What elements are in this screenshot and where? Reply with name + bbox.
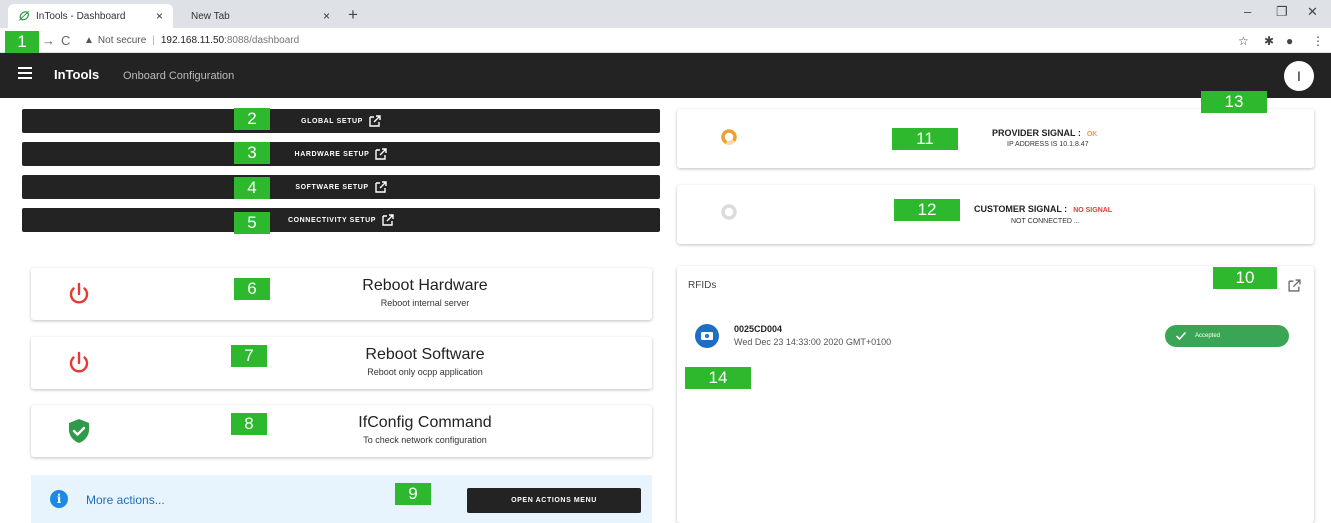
forward-icon[interactable]: → bbox=[42, 33, 55, 48]
provider-signal-icon bbox=[721, 129, 737, 145]
marker-10: 10 bbox=[1213, 267, 1277, 289]
minimize-icon[interactable]: – bbox=[1244, 4, 1251, 19]
app-subtitle: Onboard Configuration bbox=[123, 70, 235, 82]
customer-signal-label: CUSTOMER SIGNAL : NO SIGNAL bbox=[974, 204, 1112, 214]
hamburger-menu-icon[interactable] bbox=[18, 67, 32, 79]
customer-signal-card: CUSTOMER SIGNAL : NO SIGNAL NOT CONNECTED… bbox=[677, 185, 1314, 244]
software-setup-label: SOFTWARE SETUP bbox=[295, 183, 369, 191]
reload-icon[interactable]: C bbox=[61, 33, 70, 48]
provider-signal-label: PROVIDER SIGNAL : OK bbox=[992, 128, 1097, 138]
tab-title: New Tab bbox=[191, 10, 230, 22]
check-icon bbox=[1176, 332, 1186, 340]
marker-2: 2 bbox=[234, 108, 270, 130]
action-title: Reboot Hardware bbox=[362, 277, 488, 294]
address-bar: → C ▲ Not secure | 192.168.11.50:8088/da… bbox=[0, 28, 1331, 53]
rfid-status-badge: Accepted bbox=[1165, 325, 1289, 347]
marker-14: 14 bbox=[685, 367, 751, 389]
action-subtitle: To check network configuration bbox=[363, 435, 487, 445]
app-brand: InTools bbox=[54, 67, 100, 82]
power-icon bbox=[69, 351, 89, 373]
external-link-icon bbox=[375, 148, 388, 160]
marker-5: 5 bbox=[234, 212, 270, 234]
marker-13: 13 bbox=[1201, 91, 1267, 113]
reboot-software-card[interactable]: Reboot Software Reboot only ocpp applica… bbox=[31, 337, 652, 389]
security-label: Not secure bbox=[97, 35, 147, 46]
url-separator: | bbox=[152, 35, 155, 46]
global-setup-button[interactable]: GLOBAL SETUP bbox=[22, 109, 660, 133]
more-actions-bar: i More actions... OPEN ACTIONS MENU bbox=[31, 475, 652, 523]
browser-tab-bar: ∅ InTools - Dashboard × New Tab × + – ❐ … bbox=[0, 0, 1331, 28]
new-tab-icon[interactable]: + bbox=[348, 5, 358, 25]
marker-3: 3 bbox=[234, 142, 270, 164]
provider-signal-label-text: PROVIDER SIGNAL : bbox=[992, 128, 1081, 138]
marker-7: 7 bbox=[231, 345, 267, 367]
ifconfig-command-card[interactable]: IfConfig Command To check network config… bbox=[31, 405, 652, 457]
marker-8: 8 bbox=[231, 413, 267, 435]
url-field[interactable]: ▲ Not secure | 192.168.11.50:8088/dashbo… bbox=[84, 31, 1224, 50]
app-header: InTools Onboard Configuration I bbox=[0, 53, 1331, 98]
rfid-card-icon bbox=[695, 324, 719, 348]
intools-favicon-icon: ∅ bbox=[18, 9, 29, 23]
global-setup-label: GLOBAL SETUP bbox=[301, 117, 363, 125]
provider-signal-card: PROVIDER SIGNAL : OK IP ADDRESS IS 10.1.8… bbox=[677, 109, 1314, 168]
software-setup-button[interactable]: SOFTWARE SETUP bbox=[22, 175, 660, 199]
external-link-icon bbox=[369, 115, 381, 127]
action-subtitle: Reboot internal server bbox=[380, 298, 470, 308]
marker-9: 9 bbox=[395, 483, 431, 505]
hardware-setup-label: HARDWARE SETUP bbox=[294, 150, 370, 158]
url-host: 192.168.11.50 bbox=[160, 35, 225, 46]
tab-close-icon[interactable]: × bbox=[156, 9, 163, 23]
rfid-status-text: Accepted bbox=[1195, 333, 1221, 339]
rfid-id: 0025CD004 bbox=[734, 324, 783, 334]
action-subtitle: Reboot only ocpp application bbox=[367, 367, 483, 377]
connectivity-setup-label: CONNECTIVITY SETUP bbox=[287, 216, 377, 224]
browser-tab-new[interactable]: New Tab × bbox=[175, 4, 340, 28]
restore-icon[interactable]: ❐ bbox=[1276, 4, 1288, 20]
rfid-date: Wed Dec 23 14:33:00 2020 GMT+0100 bbox=[734, 337, 892, 347]
user-avatar[interactable]: I bbox=[1284, 61, 1314, 91]
open-actions-menu-button[interactable]: OPEN ACTIONS MENU bbox=[467, 488, 641, 513]
hardware-setup-button[interactable]: HARDWARE SETUP bbox=[22, 142, 660, 166]
rfids-title: RFIDs bbox=[688, 280, 717, 291]
window-close-icon[interactable]: ✕ bbox=[1307, 4, 1318, 20]
marker-4: 4 bbox=[234, 177, 270, 199]
connectivity-setup-button[interactable]: CONNECTIVITY SETUP bbox=[22, 208, 660, 232]
more-actions-text: More actions... bbox=[86, 493, 165, 507]
marker-6: 6 bbox=[234, 278, 270, 300]
bookmark-star-icon[interactable]: ☆ bbox=[1238, 34, 1249, 48]
external-link-icon[interactable] bbox=[1288, 279, 1301, 292]
tab-title: InTools - Dashboard bbox=[36, 10, 126, 22]
action-title: Reboot Software bbox=[365, 346, 485, 363]
marker-12: 12 bbox=[894, 199, 960, 221]
extensions-icon[interactable]: ✱ bbox=[1264, 34, 1274, 48]
browser-tab-dashboard[interactable]: ∅ InTools - Dashboard × bbox=[8, 4, 173, 28]
rfid-list-item[interactable]: 0025CD004 Wed Dec 23 14:33:00 2020 GMT+0… bbox=[691, 320, 1303, 352]
warning-icon: ▲ bbox=[84, 35, 94, 46]
external-link-icon bbox=[374, 181, 387, 193]
url-path: :8088/dashboard bbox=[224, 35, 300, 46]
action-title: IfConfig Command bbox=[358, 414, 492, 431]
info-icon: i bbox=[50, 490, 68, 508]
tab-close-icon[interactable]: × bbox=[323, 9, 330, 23]
power-icon bbox=[69, 282, 89, 304]
provider-signal-status: OK bbox=[1086, 131, 1098, 138]
customer-signal-status: NO SIGNAL bbox=[1073, 207, 1113, 214]
profile-icon[interactable]: ● bbox=[1286, 34, 1293, 48]
reboot-hardware-card[interactable]: Reboot Hardware Reboot internal server bbox=[31, 268, 652, 320]
shield-check-icon bbox=[69, 419, 89, 443]
customer-signal-detail: NOT CONNECTED ... bbox=[1011, 218, 1080, 225]
provider-signal-detail: IP ADDRESS IS 10.1.8.47 bbox=[1007, 141, 1089, 148]
rfids-card: RFIDs 0025CD004 Wed Dec 23 14:33:00 2020… bbox=[677, 266, 1314, 523]
marker-1: 1 bbox=[5, 31, 39, 53]
customer-signal-label-text: CUSTOMER SIGNAL : bbox=[974, 204, 1068, 214]
external-link-icon bbox=[382, 214, 394, 226]
marker-11: 11 bbox=[892, 128, 958, 150]
browser-menu-icon[interactable]: ⋮ bbox=[1312, 34, 1324, 48]
customer-signal-icon bbox=[721, 204, 737, 220]
